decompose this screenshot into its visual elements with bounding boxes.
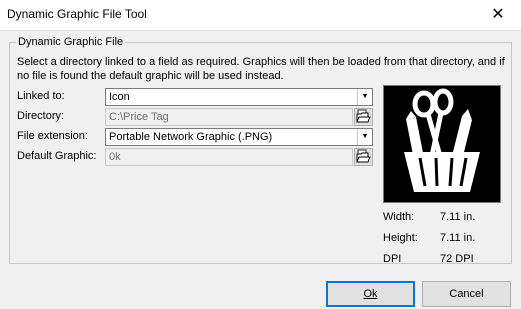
file-extension-label: File extension: [17, 130, 88, 142]
default-graphic-browse-button[interactable] [354, 148, 373, 166]
dpi-value: 72 DPI [440, 253, 474, 265]
directory-field[interactable]: C:\Price Tag [105, 108, 353, 126]
chevron-down-icon[interactable]: ▼ [357, 89, 372, 105]
open-folder-icon [356, 109, 371, 123]
dpi-label: DPI [383, 253, 402, 265]
default-graphic-field[interactable]: 0k [105, 148, 353, 166]
default-graphic-label: Default Graphic: [17, 150, 97, 162]
group-legend: Dynamic Graphic File [16, 36, 126, 48]
height-value: 7.11 in. [440, 232, 476, 244]
linked-to-label: Linked to: [17, 90, 65, 102]
file-extension-select[interactable]: Portable Network Graphic (.PNG) ▼ [105, 128, 373, 146]
directory-label: Directory: [17, 110, 65, 122]
description-text: Select a directory linked to a field as … [17, 56, 505, 82]
dialog-body: Dynamic Graphic File Select a directory … [0, 30, 521, 309]
close-icon[interactable]: ✕ [475, 0, 521, 30]
cancel-button[interactable]: Cancel [422, 281, 511, 307]
width-value: 7.11 in. [440, 211, 476, 223]
title-bar: Dynamic Graphic File Tool ✕ [0, 0, 521, 30]
width-label: Width: [383, 211, 415, 223]
ok-button-label: Ok [363, 288, 378, 300]
dynamic-graphic-group: Dynamic Graphic File Select a directory … [9, 36, 512, 265]
file-extension-value: Portable Network Graphic (.PNG) [109, 131, 273, 143]
directory-value: C:\Price Tag [109, 111, 169, 123]
open-folder-icon [356, 149, 371, 163]
directory-browse-button[interactable] [354, 108, 373, 126]
linked-to-value: Icon [109, 91, 130, 103]
linked-to-select[interactable]: Icon ▼ [105, 88, 373, 106]
height-label: Height: [383, 232, 418, 244]
chevron-down-icon[interactable]: ▼ [357, 129, 372, 145]
window-title: Dynamic Graphic File Tool [7, 7, 147, 21]
graphic-preview [383, 85, 501, 203]
default-graphic-value: 0k [109, 151, 121, 163]
scissors-pencil-cup-icon [404, 88, 480, 192]
ok-button[interactable]: Ok [326, 281, 415, 307]
